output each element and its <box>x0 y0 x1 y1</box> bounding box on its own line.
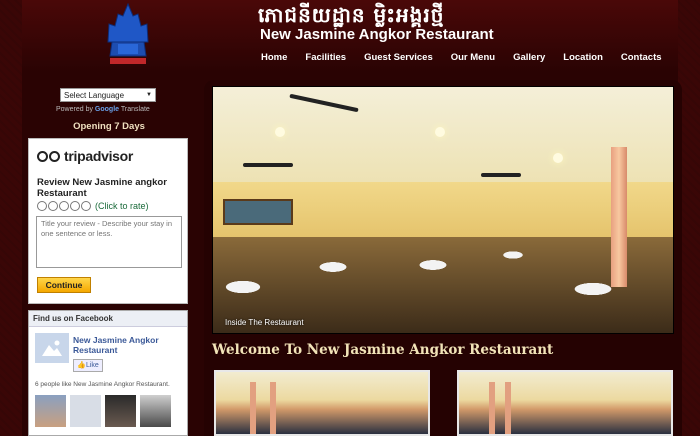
ceiling-light-icon <box>275 127 285 137</box>
facebook-header: Find us on Facebook <box>29 311 187 327</box>
nav-facilities[interactable]: Facilities <box>296 50 355 70</box>
powered-by-label: Powered by <box>56 106 93 113</box>
nav-our-menu[interactable]: Our Menu <box>442 50 504 70</box>
photo-caption: Inside The Restaurant <box>225 318 304 327</box>
rating-bubble-icon[interactable] <box>59 201 69 211</box>
like-label: Like <box>85 362 99 369</box>
rating-bubble-icon[interactable] <box>48 201 58 211</box>
owl-eyes-icon <box>37 150 61 162</box>
facebook-fans <box>35 395 171 427</box>
chevron-down-icon: ▼ <box>146 92 152 98</box>
language-select-value: Select Language <box>64 90 125 100</box>
restaurant-photo[interactable]: Inside The Restaurant <box>212 86 674 334</box>
thumbs-up-icon: 👍 <box>77 362 86 369</box>
facebook-page-name[interactable]: New Jasmine Angkor Restaurant <box>73 335 185 355</box>
ceiling-light-icon <box>553 153 563 163</box>
tripadvisor-widget: tripadvisor Review New Jasmine angkor Re… <box>28 138 188 304</box>
nav-home[interactable]: Home <box>252 50 296 70</box>
nav-location[interactable]: Location <box>554 50 612 70</box>
facebook-likes-count: 6 people like New Jasmine Angkor Restaur… <box>35 381 170 388</box>
main-nav: Home Facilities Guest Services Our Menu … <box>252 50 671 70</box>
click-to-rate-link[interactable]: (Click to rate) <box>95 201 149 211</box>
rating-bubble-icon[interactable] <box>37 201 47 211</box>
gallery-thumbnail[interactable] <box>214 370 430 436</box>
rating-bubble-icon[interactable] <box>81 201 91 211</box>
tripadvisor-logo[interactable]: tripadvisor <box>37 148 133 164</box>
review-title-input[interactable] <box>36 216 182 268</box>
nav-gallery[interactable]: Gallery <box>504 50 554 70</box>
tripadvisor-wordmark: tripadvisor <box>64 148 134 164</box>
powered-by-google: Powered by Google Translate <box>56 106 150 113</box>
main-content: Inside The Restaurant Welcome To New Jas… <box>204 80 682 436</box>
review-title: Review New Jasmine angkor Restaurant <box>37 177 167 199</box>
ceiling-fan-icon <box>243 163 293 167</box>
nav-contacts[interactable]: Contacts <box>612 50 671 70</box>
translate-word[interactable]: Translate <box>121 106 150 113</box>
rating-bubbles[interactable]: (Click to rate) <box>37 201 149 211</box>
google-logo-text: Google <box>94 106 120 113</box>
fan-avatar[interactable] <box>70 395 101 427</box>
facebook-widget: Find us on Facebook New Jasmine Angkor R… <box>28 310 188 436</box>
fan-avatar[interactable] <box>140 395 171 427</box>
gallery-thumbnail[interactable] <box>457 370 673 436</box>
wall-painting <box>223 199 293 225</box>
fan-avatar[interactable] <box>105 395 136 427</box>
left-sidebar: Select Language ▼ Powered by Google Tran… <box>28 80 190 436</box>
continue-button[interactable]: Continue <box>37 277 91 293</box>
facebook-like-button[interactable]: 👍Like <box>73 359 103 372</box>
nav-guest-services[interactable]: Guest Services <box>355 50 442 70</box>
facebook-page-avatar[interactable] <box>35 333 69 363</box>
opening-hours: Opening 7 Days <box>73 121 145 132</box>
temple-logo-icon[interactable] <box>102 2 154 68</box>
welcome-heading: Welcome To New Jasmine Angkor Restaurant <box>212 342 554 358</box>
language-select[interactable]: Select Language ▼ <box>60 88 156 102</box>
khmer-title: ភោជនីយដ្ឋាន ម្លិះអង្គរថ្មី <box>258 3 445 27</box>
rating-bubble-icon[interactable] <box>70 201 80 211</box>
site-title: New Jasmine Angkor Restaurant <box>260 26 494 43</box>
ceiling-fan-icon <box>481 173 521 177</box>
ceiling-light-icon <box>435 127 445 137</box>
fan-avatar[interactable] <box>35 395 66 427</box>
